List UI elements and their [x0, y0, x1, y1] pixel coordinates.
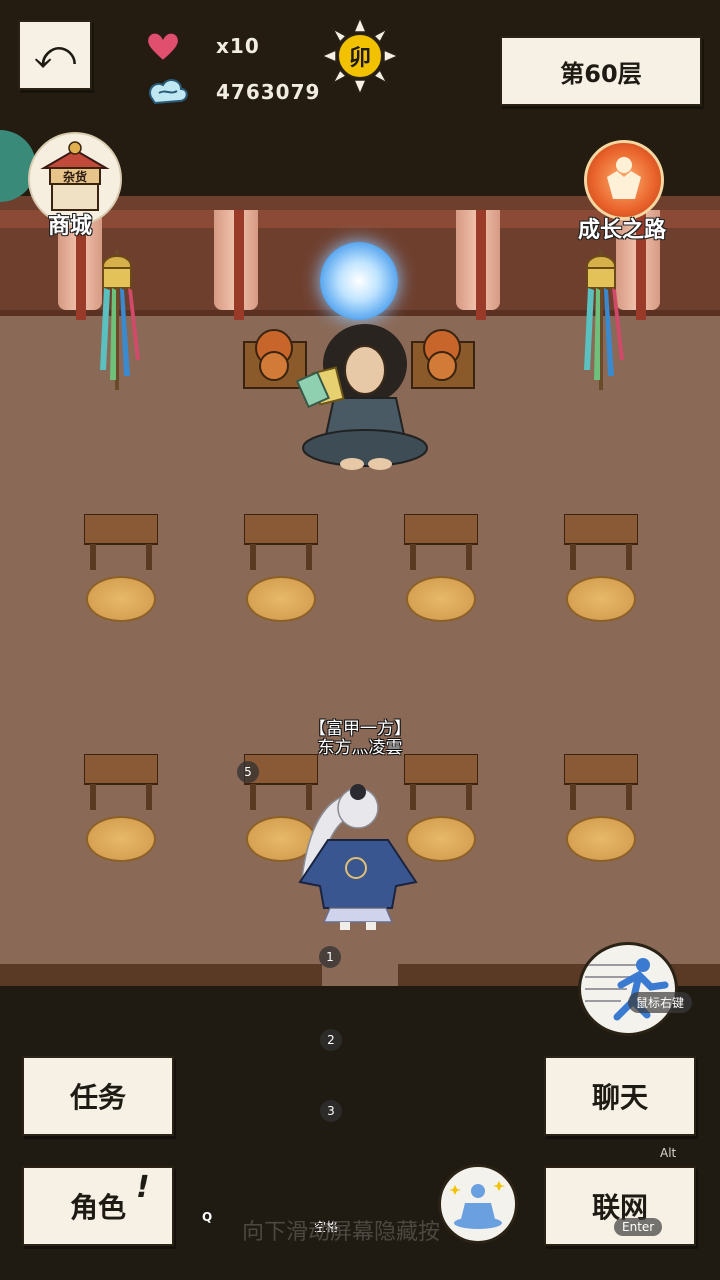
- back-icon: ⤺: [33, 32, 77, 78]
- player-name: 东方灬凌雲: [317, 738, 403, 758]
- heart-icon: [145, 28, 181, 64]
- hotkey-badge: 2: [320, 1029, 342, 1051]
- quest-label: 任务: [69, 1081, 126, 1114]
- q-hotkey-hint: Q: [202, 1210, 213, 1224]
- meditation-cushion[interactable]: [86, 576, 156, 622]
- prayer-lantern-left: [94, 250, 140, 390]
- player-character[interactable]: [296, 782, 420, 932]
- meditation-cushion[interactable]: [86, 816, 156, 862]
- study-table: [84, 754, 158, 810]
- time-of-day-sun-icon: 卯: [320, 16, 400, 96]
- wall-post: [476, 210, 486, 320]
- game-hall-scene[interactable]: [0, 196, 720, 986]
- hide-buttons-tip: 向下滑动屏幕隐藏按: [242, 1220, 441, 1245]
- hotkey-badge: 3: [320, 1100, 342, 1122]
- character-button[interactable]: 角色 !: [22, 1166, 174, 1246]
- study-table: [244, 514, 318, 570]
- portal-orb[interactable]: [320, 242, 398, 320]
- time-symbol: 卯: [349, 46, 371, 71]
- growth-path-label: 成长之路: [578, 218, 667, 243]
- growth-path-icon[interactable]: [584, 140, 664, 220]
- study-table: [84, 514, 158, 570]
- meditation-cushion[interactable]: [406, 576, 476, 622]
- meditation-cushion[interactable]: [566, 576, 636, 622]
- sprint-hotkey-hint: 鼠标右键: [628, 992, 693, 1013]
- character-label: 角色: [69, 1191, 126, 1224]
- currency-amount: 4763079: [216, 80, 321, 104]
- wall-post: [234, 210, 244, 320]
- spirit-cloud-icon: [145, 74, 191, 110]
- meditation-cushion[interactable]: [246, 576, 316, 622]
- chat-button[interactable]: 聊天: [544, 1056, 696, 1136]
- study-table: [404, 514, 478, 570]
- quest-button[interactable]: 任务: [22, 1056, 174, 1136]
- study-table: [564, 514, 638, 570]
- player-nameplate: 【富甲一方】 东方灬凌雲: [300, 720, 420, 758]
- shop-label: 商城: [48, 214, 93, 239]
- floor-label: 第60层: [560, 59, 642, 88]
- fortune-teller-npc[interactable]: [290, 314, 430, 476]
- sprint-button[interactable]: [578, 942, 678, 1036]
- chat-label: 聊天: [591, 1081, 648, 1114]
- floor-indicator[interactable]: 第60层: [500, 36, 702, 106]
- lives-count: x10: [216, 34, 260, 58]
- network-hotkey-hint: Enter: [614, 1218, 663, 1236]
- shop-sign-text: 杂货: [63, 169, 87, 184]
- meditation-cushion[interactable]: [566, 816, 636, 862]
- meditate-button[interactable]: [438, 1164, 518, 1244]
- hotkey-badge: 5: [237, 761, 259, 783]
- study-table: [564, 754, 638, 810]
- player-title: 【富甲一方】: [309, 719, 411, 739]
- hotkey-badge: 1: [319, 946, 341, 968]
- chat-hotkey-hint: Alt: [660, 1146, 677, 1160]
- prayer-lantern-right: [578, 250, 624, 390]
- character-alert-mark: !: [136, 1170, 150, 1205]
- back-button[interactable]: ⤺: [18, 20, 92, 90]
